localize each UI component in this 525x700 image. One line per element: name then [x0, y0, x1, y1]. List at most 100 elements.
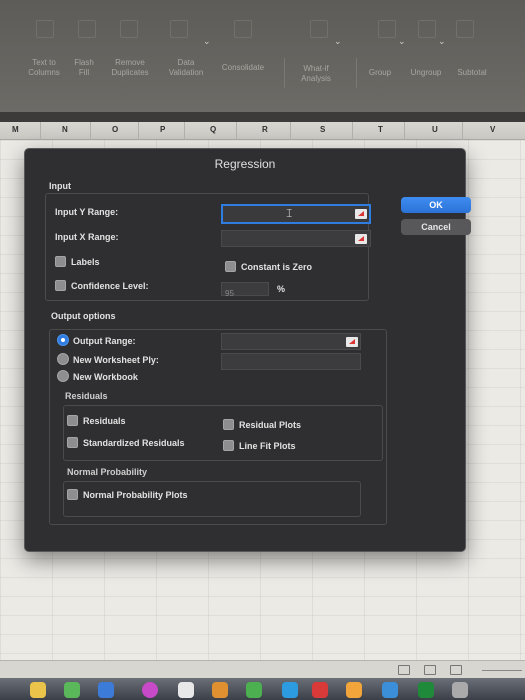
chevron-down-icon[interactable]: ⌄	[203, 36, 211, 47]
app-icon[interactable]	[98, 682, 114, 698]
new-worksheet-ply-label: New Worksheet Ply:	[73, 355, 159, 365]
residual-plots-checkbox[interactable]	[223, 419, 234, 430]
ribbon-icon	[310, 20, 328, 38]
confidence-level-checkbox[interactable]	[55, 280, 66, 291]
remove-duplicates-button[interactable]: Remove Duplicates	[104, 58, 156, 78]
ribbon-icon	[418, 20, 436, 38]
percent-sign: %	[277, 284, 286, 294]
app-icon[interactable]	[382, 682, 398, 698]
normal-probability-plots-label: Normal Probability Plots	[83, 490, 188, 500]
ribbon-divider	[284, 58, 285, 88]
consolidate-button[interactable]: Consolidate	[214, 63, 272, 73]
ribbon-icon	[170, 20, 188, 38]
line-fit-plots-checkbox[interactable]	[223, 440, 234, 451]
new-worksheet-ply-input[interactable]	[222, 356, 360, 372]
output-range-field[interactable]	[221, 333, 361, 352]
column-header[interactable]: V	[490, 125, 495, 134]
collapse-dialog-icon[interactable]	[355, 209, 367, 219]
normal-probability-heading: Normal Probability	[67, 467, 148, 477]
column-header[interactable]: U	[432, 125, 438, 134]
ribbon-icon	[234, 20, 252, 38]
standardized-residuals-label: Standardized Residuals	[83, 438, 185, 448]
ribbon-icon	[120, 20, 138, 38]
ribbon-icon	[378, 20, 396, 38]
app-icon[interactable]	[178, 682, 194, 698]
new-workbook-radio[interactable]	[57, 370, 69, 382]
ok-button[interactable]: OK	[401, 197, 471, 213]
dock	[0, 678, 525, 700]
output-options-heading: Output options	[51, 311, 116, 321]
column-header[interactable]: P	[160, 125, 165, 134]
ribbon-icon	[456, 20, 474, 38]
app-icon[interactable]	[30, 682, 46, 698]
line-fit-plots-label: Line Fit Plots	[239, 441, 296, 451]
chevron-down-icon[interactable]: ⌄	[334, 36, 342, 47]
column-header[interactable]: O	[112, 125, 118, 134]
column-header[interactable]: N	[62, 125, 68, 134]
residuals-checkbox[interactable]	[67, 415, 78, 426]
text-cursor-icon: 𝙸	[285, 206, 294, 220]
app-icon[interactable]	[418, 682, 434, 698]
chevron-down-icon[interactable]: ⌄	[438, 36, 446, 47]
residual-plots-label: Residual Plots	[239, 420, 302, 430]
page-layout-view-icon[interactable]	[424, 665, 436, 675]
output-range-input[interactable]	[222, 336, 360, 352]
input-x-range-input[interactable]	[222, 233, 370, 249]
text-to-columns-button[interactable]: Text to Columns	[24, 58, 64, 78]
app-icon[interactable]	[312, 682, 328, 698]
ungroup-button[interactable]: Ungroup	[404, 68, 448, 78]
column-header[interactable]: S	[320, 125, 325, 134]
app-icon[interactable]	[212, 682, 228, 698]
cancel-button[interactable]: Cancel	[401, 219, 471, 235]
app-icon[interactable]	[246, 682, 262, 698]
standardized-residuals-checkbox[interactable]	[67, 437, 78, 448]
app-icon[interactable]	[282, 682, 298, 698]
formula-bar-strip	[0, 112, 525, 122]
subtotal-button[interactable]: Subtotal	[450, 68, 494, 78]
page-break-view-icon[interactable]	[450, 665, 462, 675]
output-range-label: Output Range:	[73, 336, 136, 346]
app-icon[interactable]	[142, 682, 158, 698]
column-header-row: M N O P Q R S T U V	[0, 122, 525, 140]
constant-zero-checkbox[interactable]	[225, 261, 236, 272]
new-worksheet-ply-field[interactable]	[221, 353, 361, 372]
new-worksheet-ply-radio[interactable]	[57, 353, 69, 365]
normal-view-icon[interactable]	[398, 665, 410, 675]
ribbon-icon	[36, 20, 54, 38]
what-if-analysis-button[interactable]: What-if Analysis	[294, 64, 338, 84]
app-icon[interactable]	[452, 682, 468, 698]
input-y-range-field[interactable]: 𝙸	[221, 204, 371, 224]
input-x-range-label: Input X Range:	[55, 232, 119, 242]
confidence-level-label: Confidence Level:	[71, 281, 149, 291]
output-range-radio[interactable]	[57, 334, 69, 346]
column-header[interactable]: R	[262, 125, 268, 134]
confidence-level-input[interactable]	[222, 287, 268, 300]
input-x-range-field[interactable]	[221, 230, 371, 249]
residuals-heading: Residuals	[65, 391, 108, 401]
ribbon-icon	[78, 20, 96, 38]
confidence-level-field[interactable]	[221, 282, 269, 300]
zoom-slider[interactable]	[482, 670, 522, 671]
column-header[interactable]: Q	[210, 125, 216, 134]
flash-fill-button[interactable]: Flash Fill	[72, 58, 96, 78]
ribbon-toolbar: ⌄ ⌄ ⌄ ⌄ Text to Columns Flash Fill Remov…	[0, 0, 525, 112]
collapse-dialog-icon[interactable]	[346, 337, 358, 347]
dialog-title: Regression	[214, 157, 276, 171]
labels-label: Labels	[71, 257, 100, 267]
input-y-range-label: Input Y Range:	[55, 207, 119, 217]
status-bar	[0, 660, 525, 678]
data-validation-button[interactable]: Data Validation	[160, 58, 212, 78]
collapse-dialog-icon[interactable]	[355, 234, 367, 244]
residuals-label: Residuals	[83, 416, 126, 426]
column-header[interactable]: M	[12, 125, 19, 134]
input-heading: Input	[49, 181, 71, 191]
labels-checkbox[interactable]	[55, 256, 66, 267]
column-header[interactable]: T	[378, 125, 383, 134]
group-button[interactable]: Group	[364, 68, 396, 78]
residuals-group	[63, 405, 383, 461]
app-icon[interactable]	[346, 682, 362, 698]
chevron-down-icon[interactable]: ⌄	[398, 36, 406, 47]
input-y-range-input[interactable]	[223, 208, 369, 224]
app-icon[interactable]	[64, 682, 80, 698]
normal-probability-plots-checkbox[interactable]	[67, 489, 78, 500]
